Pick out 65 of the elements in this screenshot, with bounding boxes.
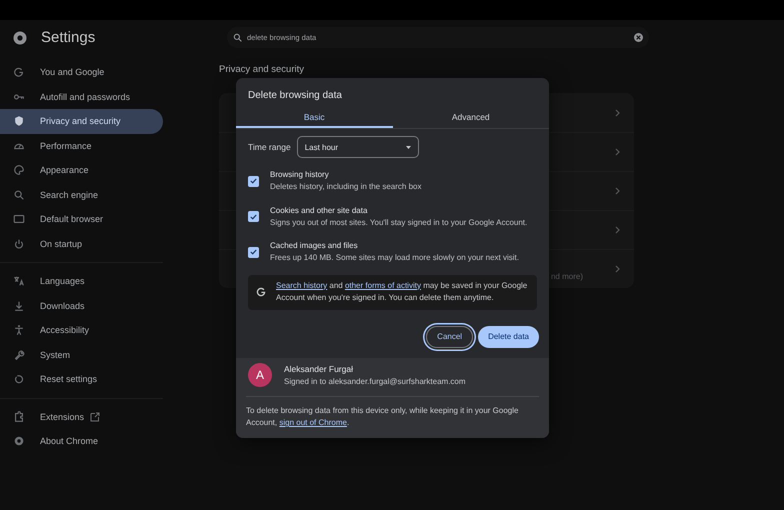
chrome-icon [13, 435, 25, 448]
reset-icon [13, 373, 25, 386]
wrench-icon [13, 348, 25, 361]
download-icon [13, 300, 25, 312]
chrome-logo-icon [13, 30, 27, 44]
sidebar-item[interactable]: System [0, 342, 163, 367]
link[interactable]: Search history [276, 280, 328, 290]
sidebar-item[interactable]: Performance [0, 134, 163, 158]
power-icon [13, 238, 25, 250]
option-title: Browsing history [270, 169, 330, 181]
option-description: Deletes history, including in the search box [270, 181, 422, 193]
dialog-title: Delete browsing data [247, 89, 343, 103]
search-icon [233, 33, 242, 42]
tab[interactable]: Basic [236, 107, 392, 128]
sidebar-item[interactable]: Accessibility [0, 318, 163, 342]
puzzle-icon [13, 410, 25, 423]
translate-icon [13, 275, 25, 288]
footer-text: To delete browsing data from this device only, while keeping it in your Google Account, sign out of Chrome. [246, 404, 520, 429]
field-label: Time range [248, 142, 291, 152]
link[interactable]: other forms of activity [344, 280, 421, 290]
sign-out-link[interactable]: sign out of Chrome [279, 418, 347, 427]
time-range-dropdown[interactable]: Last hour [296, 136, 419, 158]
sidebar-item[interactable]: Privacy and security [0, 109, 163, 134]
chevron-icon[interactable] [615, 265, 620, 273]
g-icon [256, 287, 266, 297]
sidebar-item[interactable]: You and Google [0, 60, 163, 84]
sidebar-item[interactable]: Default browser [0, 207, 163, 232]
option-title: Cached images and files [270, 240, 359, 252]
sidebar-item[interactable]: Downloads [0, 294, 163, 318]
checkbox[interactable] [248, 211, 259, 222]
account-email: Signed in to aleksander.furgal@surfsharkteam.com [284, 376, 466, 388]
browser-icon [13, 213, 25, 226]
section-heading: Privacy and security [219, 63, 306, 77]
caret-icon [406, 146, 411, 148]
option-description: Frees up 140 MB. Some sites may load more slowly on your next visit. [270, 252, 519, 264]
sidebar-item[interactable]: Search engine [0, 182, 163, 207]
sidebar-item[interactable]: Languages [0, 269, 163, 294]
row-description: nd more) [550, 272, 583, 280]
search-icon [13, 188, 25, 201]
external-link-icon [90, 412, 100, 422]
delete-button[interactable]: Delete data [478, 326, 539, 348]
app-title: Settings [41, 29, 96, 46]
chevron-icon[interactable] [615, 108, 620, 116]
checkbox[interactable] [248, 246, 259, 258]
option-description: Signs you out of most sites. You'll stay signed in to your Google Account. [270, 216, 528, 229]
sidebar-item[interactable]: Extensions [0, 404, 163, 429]
chevron-icon[interactable] [615, 226, 620, 234]
sidebar-item[interactable]: Reset settings [0, 367, 163, 392]
palette-icon [13, 164, 25, 176]
chevron-icon[interactable] [615, 148, 620, 156]
chevron-icon[interactable] [615, 187, 620, 195]
sidebar-item[interactable]: On startup [0, 232, 163, 256]
checkbox[interactable] [248, 176, 259, 187]
info-text: Search history and other forms of activity may be saved in your Google Account when you're signed in. You can delete them anytime. [276, 280, 528, 304]
sidebar-item[interactable]: Autofill and passwords [0, 84, 163, 109]
sidebar-item[interactable]: About Chrome [0, 429, 163, 454]
g-icon [13, 66, 25, 78]
tab[interactable]: Advanced [392, 107, 549, 128]
option-title: Cookies and other site data [270, 204, 368, 216]
clear-icon[interactable] [634, 33, 643, 42]
accessibility-icon [13, 324, 25, 336]
avatar: A [248, 363, 272, 387]
account-name: Aleksander Furgał [284, 362, 354, 376]
shield-icon [13, 115, 25, 128]
sidebar-item[interactable]: Appearance [0, 158, 163, 182]
